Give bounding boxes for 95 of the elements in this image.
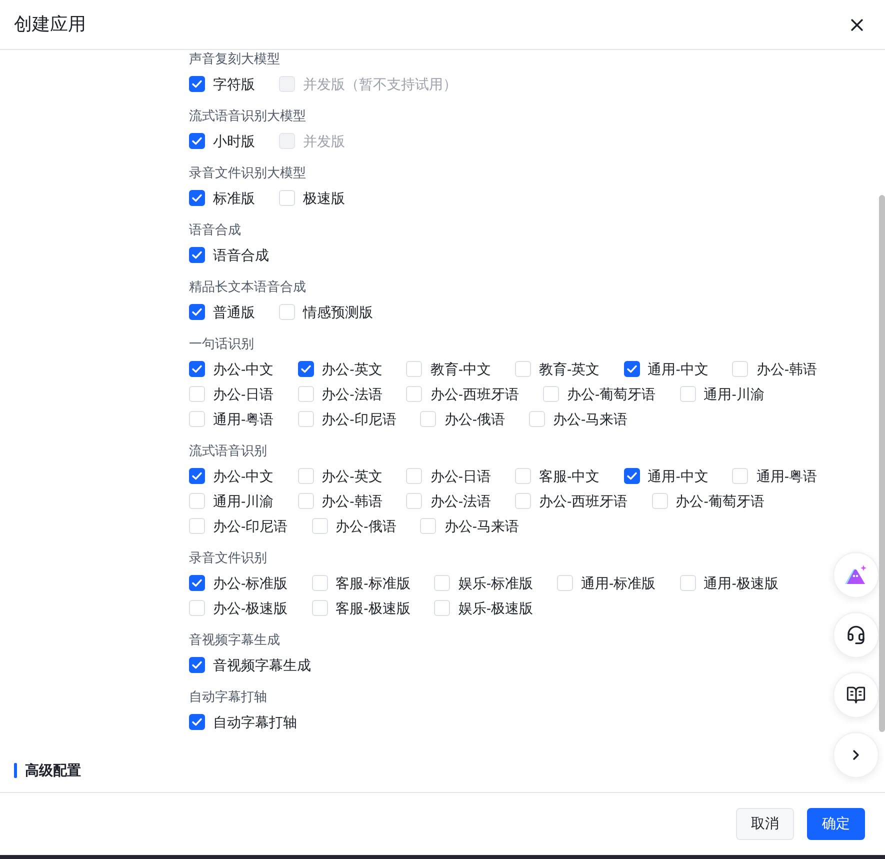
option-label[interactable]: 通用-川渝	[213, 490, 274, 510]
check-icon	[192, 660, 202, 668]
option-label[interactable]: 字符版	[213, 74, 255, 94]
section-title: 高级配置	[25, 761, 81, 780]
option-label[interactable]: 办公-日语	[213, 384, 274, 404]
option-label[interactable]: 通用-标准版	[581, 572, 656, 592]
mountain-sparkle-icon	[844, 564, 868, 586]
option-label[interactable]: 情感预测版	[303, 302, 373, 322]
option-label[interactable]: 极速版	[303, 188, 345, 208]
group-label: 声音复刻大模型	[189, 50, 280, 68]
checkbox[interactable]	[189, 246, 205, 262]
docs-button[interactable]	[833, 672, 879, 718]
checkbox[interactable]	[189, 656, 205, 672]
option-label[interactable]: 办公-中文	[213, 466, 274, 486]
option-label[interactable]: 办公-马来语	[553, 408, 628, 428]
check-icon	[192, 250, 202, 258]
open-book-icon	[846, 685, 866, 705]
check-icon	[192, 80, 202, 88]
checkbox[interactable]	[189, 714, 205, 730]
option-label[interactable]: 办公-英文	[322, 466, 382, 486]
option-label[interactable]: 办公-韩语	[756, 358, 818, 378]
option-label[interactable]: 通用-川渝	[704, 384, 764, 404]
option-label[interactable]: 标准版	[213, 188, 255, 208]
option-label[interactable]: 通用-极速版	[704, 572, 778, 592]
option-label[interactable]: 办公-法语	[322, 384, 382, 404]
checkbox[interactable]	[624, 360, 640, 376]
option-label[interactable]: 办公-韩语	[322, 490, 382, 510]
group-label: 录音文件识别	[189, 549, 267, 567]
option-label[interactable]: 小时版	[213, 130, 255, 150]
check-icon	[626, 364, 637, 372]
check-icon	[192, 194, 202, 202]
check-icon	[192, 718, 202, 726]
option-label[interactable]: 办公-印尼语	[213, 516, 288, 536]
check-icon	[626, 472, 637, 480]
support-button[interactable]	[833, 612, 879, 658]
checkbox[interactable]	[189, 132, 205, 148]
accent-bar	[14, 762, 17, 778]
check-icon	[192, 136, 202, 144]
option-label[interactable]: 通用-中文	[648, 358, 708, 378]
group-label: 音视频字幕生成	[189, 631, 280, 649]
option-label[interactable]: 音视频字幕生成	[213, 654, 311, 674]
option-label[interactable]: 办公-葡萄牙语	[676, 490, 764, 510]
option-label[interactable]: 办公-西班牙语	[539, 490, 628, 510]
cancel-button[interactable]: 取消	[736, 808, 794, 840]
check-icon	[192, 364, 202, 372]
option-label[interactable]: 办公-法语	[430, 490, 492, 510]
group-label: 自动字幕打轴	[189, 688, 267, 706]
option-label[interactable]: 办公-中文	[213, 358, 274, 378]
option-label[interactable]: 办公-马来语	[444, 516, 520, 536]
dialog-title: 创建应用	[14, 12, 86, 36]
option-label[interactable]: 办公-西班牙语	[430, 384, 520, 404]
checkbox[interactable]	[189, 574, 205, 590]
option-label[interactable]: 客服-中文	[539, 466, 600, 486]
option-label[interactable]: 自动字幕打轴	[213, 712, 297, 732]
option-label[interactable]: 教育-中文	[430, 358, 492, 378]
group-label: 一句话识别	[189, 335, 254, 353]
option-label[interactable]: 办公-俄语	[336, 516, 396, 536]
checkbox[interactable]	[189, 360, 205, 376]
group-label: 录音文件识别大模型	[189, 164, 306, 182]
option-label[interactable]: 办公-印尼语	[322, 408, 396, 428]
check-icon	[192, 578, 202, 586]
option-label[interactable]: 办公-俄语	[444, 408, 506, 428]
checkbox[interactable]	[624, 468, 640, 484]
option-label[interactable]: 办公-日语	[430, 466, 492, 486]
checkbox[interactable]	[298, 360, 314, 376]
option-label[interactable]: 娱乐-极速版	[458, 598, 534, 618]
option-label[interactable]: 语音合成	[213, 244, 269, 264]
option-label[interactable]: 办公-标准版	[213, 572, 288, 592]
option-label[interactable]: 通用-粤语	[213, 408, 274, 428]
group-label: 流式语音识别大模型	[189, 107, 306, 125]
group-label: 流式语音识别	[189, 442, 267, 460]
confirm-button[interactable]: 确定	[807, 808, 865, 840]
checkbox[interactable]	[189, 190, 205, 206]
assistant-button[interactable]	[833, 552, 879, 598]
check-icon	[192, 308, 202, 316]
headset-icon	[846, 625, 866, 645]
option-label[interactable]: 客服-极速版	[336, 598, 410, 618]
option-label[interactable]: 通用-粤语	[756, 466, 818, 486]
option-label[interactable]: 娱乐-标准版	[458, 572, 534, 592]
checkbox[interactable]	[189, 468, 205, 484]
group-label: 语音合成	[189, 221, 241, 239]
checkbox[interactable]	[189, 76, 205, 92]
option-label[interactable]: 客服-标准版	[336, 572, 410, 592]
option-label[interactable]: 普通版	[213, 302, 255, 322]
option-label[interactable]: 教育-英文	[539, 358, 600, 378]
check-icon	[192, 472, 202, 480]
check-icon	[300, 364, 311, 372]
scrollbar-thumb[interactable]	[879, 195, 885, 732]
option-label[interactable]: 办公-葡萄牙语	[567, 384, 656, 404]
option-label[interactable]: 通用-中文	[648, 466, 708, 486]
group-label: 精品长文本语音合成	[189, 278, 306, 296]
checkbox[interactable]	[189, 304, 205, 320]
option-label[interactable]: 办公-极速版	[213, 598, 288, 618]
option-label[interactable]: 办公-英文	[322, 358, 382, 378]
expand-button[interactable]	[833, 732, 879, 778]
